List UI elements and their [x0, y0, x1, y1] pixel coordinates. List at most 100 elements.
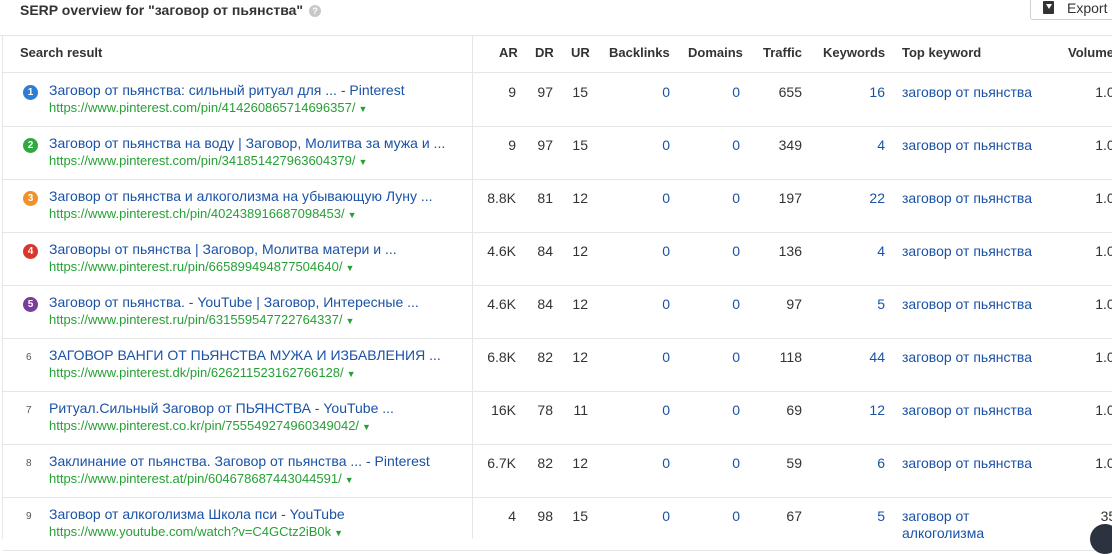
- dr-value: 78: [537, 402, 553, 418]
- column-search-result[interactable]: Search result: [20, 45, 102, 60]
- top-keyword-link[interactable]: заговор от пьянства: [902, 84, 1052, 101]
- column-keywords[interactable]: Keywords: [823, 45, 885, 60]
- result-url: https://www.pinterest.co.kr/pin/75554927…: [49, 418, 360, 433]
- backlinks-value[interactable]: 0: [662, 84, 670, 100]
- result-title-link[interactable]: Заговор от пьянства. - YouTube | Заговор…: [49, 294, 419, 310]
- traffic-value: 349: [778, 137, 802, 153]
- keywords-value[interactable]: 22: [869, 190, 885, 206]
- backlinks-value[interactable]: 0: [662, 243, 670, 259]
- column-dr[interactable]: DR: [535, 45, 554, 60]
- traffic-value: 69: [786, 402, 802, 418]
- position-badge: 2: [23, 138, 38, 153]
- volume-value: 1.0K: [1095, 349, 1112, 365]
- keywords-value[interactable]: 12: [869, 402, 885, 418]
- table-row: 8 Заклинание от пьянства. Заговор от пьян…: [3, 444, 1112, 498]
- dr-value: 82: [537, 349, 553, 365]
- result-title-link[interactable]: Заговоры от пьянства | Заговор, Молитва …: [49, 241, 397, 257]
- backlinks-value[interactable]: 0: [662, 296, 670, 312]
- position-badge: 3: [23, 191, 38, 206]
- scroll-to-top-button[interactable]: [1090, 524, 1112, 554]
- top-keyword-link[interactable]: заговор от алкоголизма: [902, 508, 1052, 542]
- top-keyword-link[interactable]: заговор от пьянства: [902, 243, 1052, 260]
- top-keyword-link[interactable]: заговор от пьянства: [902, 402, 1052, 419]
- column-ur[interactable]: UR: [571, 45, 590, 60]
- position-number: 6: [26, 352, 32, 363]
- keywords-value[interactable]: 4: [877, 137, 885, 153]
- caret-down-icon[interactable]: ▼: [362, 422, 371, 432]
- top-keyword-link[interactable]: заговор от пьянства: [902, 455, 1052, 472]
- caret-down-icon[interactable]: ▼: [345, 263, 354, 273]
- caret-down-icon[interactable]: ▼: [334, 528, 343, 538]
- top-keyword-link[interactable]: заговор от пьянства: [902, 190, 1052, 207]
- result-url-link[interactable]: https://www.youtube.com/watch?v=C4GCtz2i…: [49, 524, 343, 539]
- traffic-value: 655: [778, 84, 802, 100]
- result-url-link[interactable]: https://www.pinterest.ru/pin/66589949487…: [49, 259, 354, 274]
- result-title-link[interactable]: ЗАГОВОР ВАНГИ ОТ ПЬЯНСТВА МУЖА И ИЗБАВЛЕ…: [49, 347, 441, 363]
- traffic-value: 136: [778, 243, 802, 259]
- column-top-keyword[interactable]: Top keyword: [902, 45, 981, 60]
- result-url: https://www.pinterest.com/pin/3418514279…: [49, 153, 356, 168]
- column-volume[interactable]: Volume: [1068, 45, 1112, 60]
- result-url: https://www.pinterest.at/pin/60467868744…: [49, 471, 342, 486]
- column-traffic[interactable]: Traffic: [763, 45, 802, 60]
- table-row: 7 Ритуал.Сильный Заговор от ПЬЯНСТВА - Yo…: [3, 391, 1112, 445]
- caret-down-icon[interactable]: ▼: [347, 369, 356, 379]
- domains-value[interactable]: 0: [732, 349, 740, 365]
- ur-value: 11: [573, 402, 588, 418]
- column-ar[interactable]: AR: [499, 45, 518, 60]
- table-row: 5 Заговор от пьянства. - YouTube | Загово…: [3, 285, 1112, 339]
- help-icon[interactable]: ?: [309, 5, 322, 17]
- top-keyword-link[interactable]: заговор от пьянства: [902, 296, 1052, 313]
- result-title-link[interactable]: Заговор от пьянства: сильный ритуал для …: [49, 82, 405, 98]
- top-keyword-link[interactable]: заговор от пьянства: [902, 349, 1052, 366]
- table-row: 2 Заговор от пьянства на воду | Заговор, …: [3, 126, 1112, 180]
- backlinks-value[interactable]: 0: [662, 455, 670, 471]
- caret-down-icon[interactable]: ▼: [345, 475, 354, 485]
- keywords-value[interactable]: 16: [869, 84, 885, 100]
- result-title-link[interactable]: Заговор от алкоголизма Школа пси - YouTu…: [49, 506, 345, 522]
- domains-value[interactable]: 0: [732, 243, 740, 259]
- top-keyword-link[interactable]: заговор от пьянства: [902, 137, 1052, 154]
- backlinks-value[interactable]: 0: [662, 137, 670, 153]
- keywords-value[interactable]: 5: [877, 508, 885, 524]
- backlinks-value[interactable]: 0: [662, 349, 670, 365]
- result-title-link[interactable]: Ритуал.Сильный Заговор от ПЬЯНСТВА - You…: [49, 400, 394, 416]
- result-title-link[interactable]: Заговор от пьянства и алкоголизма на убы…: [49, 188, 433, 204]
- result-url-link[interactable]: https://www.pinterest.at/pin/60467868744…: [49, 471, 354, 486]
- domains-value[interactable]: 0: [732, 508, 740, 524]
- result-url-link[interactable]: https://www.pinterest.ch/pin/40243891668…: [49, 206, 357, 221]
- caret-down-icon[interactable]: ▼: [358, 157, 367, 167]
- column-domains[interactable]: Domains: [688, 45, 743, 60]
- result-url-link[interactable]: https://www.pinterest.dk/pin/62621152316…: [49, 365, 356, 380]
- ur-value: 12: [572, 349, 588, 365]
- ur-value: 15: [572, 508, 588, 524]
- domains-value[interactable]: 0: [732, 190, 740, 206]
- result-title-link[interactable]: Заклинание от пьянства. Заговор от пьянс…: [49, 453, 430, 469]
- position-badge: 1: [23, 85, 38, 100]
- ur-value: 12: [572, 455, 588, 471]
- result-url-link[interactable]: https://www.pinterest.co.kr/pin/75554927…: [49, 418, 371, 433]
- export-button[interactable]: Export: [1030, 0, 1112, 20]
- export-label: Export: [1067, 0, 1108, 16]
- backlinks-value[interactable]: 0: [662, 402, 670, 418]
- domains-value[interactable]: 0: [732, 137, 740, 153]
- caret-down-icon[interactable]: ▼: [348, 210, 357, 220]
- caret-down-icon[interactable]: ▼: [345, 316, 354, 326]
- keywords-value[interactable]: 4: [877, 243, 885, 259]
- domains-value[interactable]: 0: [732, 296, 740, 312]
- domains-value[interactable]: 0: [732, 455, 740, 471]
- domains-value[interactable]: 0: [732, 84, 740, 100]
- result-title-link[interactable]: Заговор от пьянства на воду | Заговор, М…: [49, 135, 445, 151]
- domains-value[interactable]: 0: [732, 402, 740, 418]
- keywords-value[interactable]: 44: [869, 349, 885, 365]
- caret-down-icon[interactable]: ▼: [358, 104, 367, 114]
- column-backlinks[interactable]: Backlinks: [609, 45, 670, 60]
- keywords-value[interactable]: 6: [877, 455, 885, 471]
- traffic-value: 197: [778, 190, 802, 206]
- result-url-link[interactable]: https://www.pinterest.ru/pin/63155954772…: [49, 312, 354, 327]
- backlinks-value[interactable]: 0: [662, 190, 670, 206]
- result-url-link[interactable]: https://www.pinterest.com/pin/4142608657…: [49, 100, 367, 115]
- backlinks-value[interactable]: 0: [662, 508, 670, 524]
- result-url-link[interactable]: https://www.pinterest.com/pin/3418514279…: [49, 153, 367, 168]
- keywords-value[interactable]: 5: [877, 296, 885, 312]
